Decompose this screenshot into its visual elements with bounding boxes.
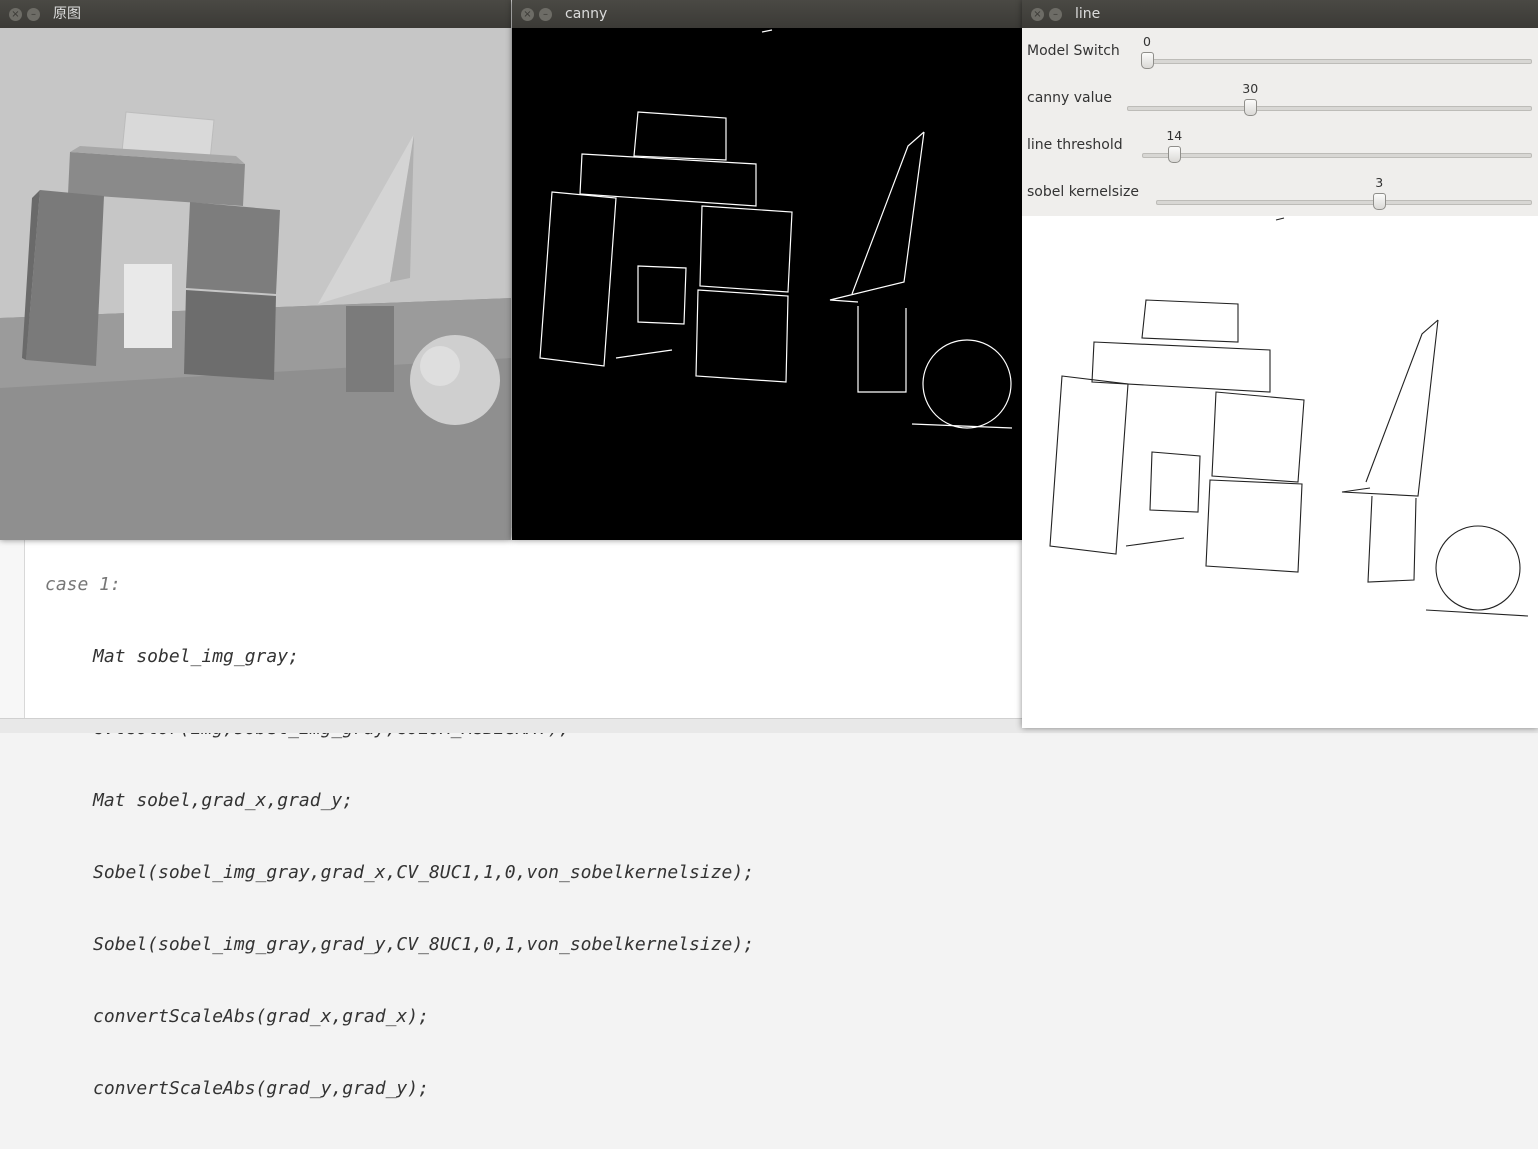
line-window: × – line Model Switch 0 canny value 30 l… [1022,0,1538,728]
trackbar-handle[interactable] [1373,193,1387,210]
trackbar-label: line threshold [1027,137,1123,153]
trackbar-track[interactable] [1142,153,1532,158]
trackbar-label: Model Switch [1027,43,1120,59]
window-titlebar[interactable]: × – canny [512,0,1022,28]
window-titlebar[interactable]: × – line [1022,0,1538,28]
code-text[interactable]: case 1: Mat sobel_img_gray; cvtColor(img… [45,528,754,1149]
canny-edges [539,29,1013,429]
trackbar-track[interactable] [1156,200,1532,205]
code-line: Mat sobel_img_gray; [93,646,299,667]
minimize-icon[interactable]: – [539,8,552,21]
trackbar-model-switch: Model Switch 0 [1022,28,1538,75]
trackbar-label: sobel kernelsize [1027,184,1139,200]
trackbar-handle[interactable] [1141,52,1154,69]
trackbar-value: 0 [1143,34,1151,49]
window-title: canny [565,6,608,22]
code-line: Sobel(sobel_img_gray,grad_y,CV_8UC1,0,1,… [93,934,755,955]
canny-window: × – canny [512,0,1022,540]
trackbar-value: 14 [1166,128,1183,143]
code-line: Mat sobel,grad_x,grad_y; [93,790,354,811]
window-title: line [1075,6,1101,22]
close-icon[interactable]: × [1031,8,1044,21]
trackbar-value: 3 [1375,175,1384,190]
trackbar-track[interactable] [1127,106,1532,111]
close-icon[interactable]: × [9,8,22,21]
trackbar-label: canny value [1027,90,1112,106]
trackbar-panel: Model Switch 0 canny value 30 line thres… [1022,28,1538,216]
code-line: Sobel(sobel_img_gray,grad_x,CV_8UC1,1,0,… [93,862,755,883]
minimize-icon[interactable]: – [27,8,40,21]
blocks-photo [0,28,511,540]
editor-gutter [0,528,25,718]
window-title: 原图 [53,6,81,22]
minimize-icon[interactable]: – [1049,8,1062,21]
trackbar-line-threshold: line threshold 14 [1022,122,1538,169]
trackbar-canny-value: canny value 30 [1022,75,1538,122]
trackbar-handle[interactable] [1168,146,1182,163]
trackbar-value: 30 [1242,81,1259,96]
trackbar-sobel-kernelsize: sobel kernelsize 3 [1022,169,1538,216]
code-line: convertScaleAbs(grad_x,grad_x); [93,1006,429,1027]
line-result-image [1022,216,1538,728]
trackbar-track[interactable] [1141,59,1532,64]
close-icon[interactable]: × [521,8,534,21]
code-line: convertScaleAbs(grad_y,grad_y); [93,1078,429,1099]
original-image [0,28,511,540]
canny-edge-image [512,28,1022,540]
original-image-window: × – 原图 [0,0,511,540]
window-titlebar[interactable]: × – 原图 [0,0,511,28]
trackbar-handle[interactable] [1244,99,1258,116]
code-line: case 1: [45,574,121,595]
line-edges [1049,217,1529,617]
